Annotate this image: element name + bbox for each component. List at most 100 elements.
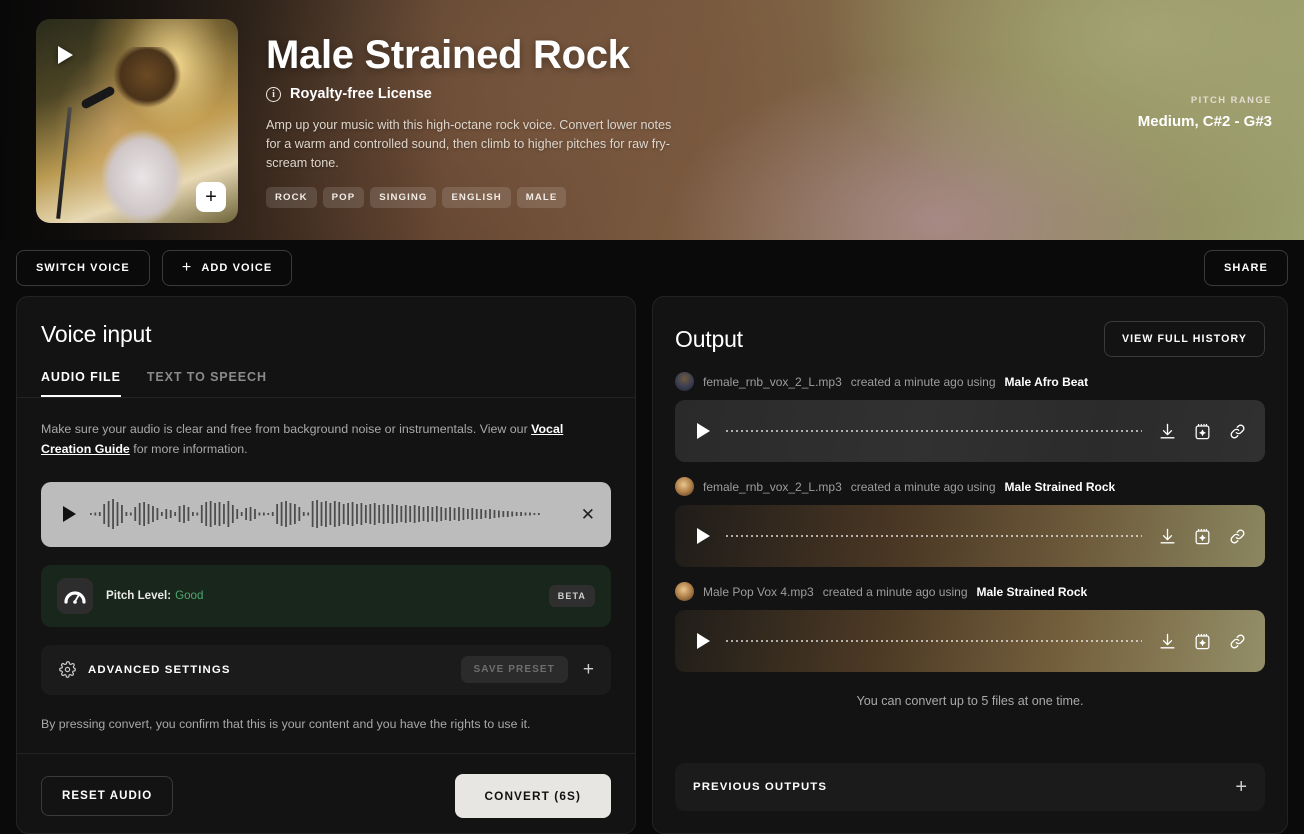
share-button[interactable]: SHARE <box>1203 250 1288 286</box>
output-file-name: female_rnb_vox_2_L.mp3 <box>703 374 842 389</box>
pitch-level-card: Pitch Level: Good BETA <box>41 564 611 627</box>
add-voice-button[interactable]: + ADD VOICE <box>161 250 293 286</box>
tag-english[interactable]: ENGLISH <box>442 187 511 209</box>
output-item-meta: female_rnb_vox_2_L.mp3 created a minute … <box>675 477 1265 496</box>
add-to-project-icon[interactable] <box>1193 527 1212 546</box>
audio-progress-track[interactable] <box>726 430 1142 432</box>
reset-audio-button[interactable]: RESET AUDIO <box>41 775 174 816</box>
voice-thumbnail[interactable]: + <box>36 19 238 223</box>
download-icon[interactable] <box>1158 632 1177 651</box>
save-preset-button[interactable]: SAVE PRESET <box>460 656 568 684</box>
add-voice-label: ADD VOICE <box>201 262 273 274</box>
pitch-level-text: Pitch Level: Good <box>106 589 203 602</box>
download-icon[interactable] <box>1158 527 1177 546</box>
pitch-range-value: Medium, C#2 - G#3 <box>1137 113 1272 130</box>
convert-limit-note: You can convert up to 5 files at one tim… <box>856 694 1084 708</box>
output-item: female_rnb_vox_2_L.mp3 created a minute … <box>675 372 1265 462</box>
tag-singing[interactable]: SINGING <box>370 187 437 209</box>
voice-hero-header: + Male Strained Rock i Royalty-free Lice… <box>0 0 1304 240</box>
output-title: Output <box>675 325 743 352</box>
avatar <box>675 477 694 496</box>
output-voice-name: Male Strained Rock <box>1004 479 1116 494</box>
output-actions <box>1158 632 1247 651</box>
tag-rock[interactable]: ROCK <box>266 187 317 209</box>
plus-icon: + <box>181 259 193 276</box>
output-voice-name: Male Afro Beat <box>1004 374 1089 389</box>
voice-toolbar: SWITCH VOICE + ADD VOICE SHARE <box>0 240 1304 296</box>
output-file-name: female_rnb_vox_2_L.mp3 <box>703 479 842 494</box>
add-to-project-icon[interactable] <box>1193 632 1212 651</box>
tag-pop[interactable]: POP <box>322 187 365 209</box>
output-item: female_rnb_vox_2_L.mp3 created a minute … <box>675 477 1265 567</box>
beta-badge: BETA <box>548 584 595 607</box>
tab-audio-file[interactable]: AUDIO FILE <box>41 370 121 397</box>
helper-text-after: for more information. <box>129 441 248 456</box>
copy-link-icon[interactable] <box>1228 632 1247 651</box>
license-label: Royalty-free License <box>290 86 432 102</box>
voice-input-panel: Voice input AUDIO FILE TEXT TO SPEECH Ma… <box>16 296 636 834</box>
pitch-range: PITCH RANGE Medium, C#2 - G#3 <box>1138 94 1272 130</box>
play-icon[interactable] <box>697 423 710 439</box>
output-panel: Output VIEW FULL HISTORY female_rnb_vox_… <box>652 296 1288 834</box>
audio-helper-text: Make sure your audio is clear and free f… <box>41 420 611 460</box>
page-title: Male Strained Rock <box>266 33 630 77</box>
voice-description: Amp up your music with this high-octane … <box>266 118 672 171</box>
main-content: Voice input AUDIO FILE TEXT TO SPEECH Ma… <box>0 296 1304 834</box>
plus-icon[interactable]: + <box>1235 777 1247 797</box>
previous-outputs-row[interactable]: PREVIOUS OUTPUTS + <box>675 763 1265 811</box>
view-full-history-button[interactable]: VIEW FULL HISTORY <box>1103 321 1265 357</box>
output-voice-name: Male Strained Rock <box>976 584 1088 599</box>
plus-icon[interactable]: + <box>196 182 226 212</box>
voice-input-footer: RESET AUDIO CONVERT (6S) <box>17 752 635 833</box>
play-icon[interactable] <box>697 528 710 544</box>
helper-text-before: Make sure your audio is clear and free f… <box>41 422 532 436</box>
play-icon[interactable] <box>63 506 76 523</box>
audio-progress-track[interactable] <box>726 640 1142 642</box>
pitch-level-value: Good <box>175 589 204 603</box>
switch-voice-button[interactable]: SWITCH VOICE <box>16 250 150 286</box>
close-icon[interactable]: ✕ <box>581 506 595 523</box>
output-actions <box>1158 527 1247 546</box>
voice-tags: ROCK POP SINGING ENGLISH MALE <box>266 187 1280 209</box>
output-file-name: Male Pop Vox 4.mp3 <box>703 584 814 599</box>
info-icon: i <box>266 86 281 102</box>
output-audio-player <box>675 610 1265 672</box>
license-row: i Royalty-free License <box>266 86 1280 102</box>
previous-outputs-label: PREVIOUS OUTPUTS <box>693 781 828 793</box>
output-audio-player <box>675 505 1265 567</box>
convert-disclaimer: By pressing convert, you confirm that th… <box>41 716 531 731</box>
output-created-text: created a minute ago using <box>850 374 996 389</box>
tab-text-to-speech[interactable]: TEXT TO SPEECH <box>147 370 267 397</box>
convert-button[interactable]: CONVERT (6S) <box>454 773 611 818</box>
add-to-project-icon[interactable] <box>1193 422 1212 441</box>
output-created-text: created a minute ago using <box>822 584 968 599</box>
pitch-range-label: PITCH RANGE <box>1190 94 1272 105</box>
advanced-settings-label: ADVANCED SETTINGS <box>88 663 231 676</box>
copy-link-icon[interactable] <box>1228 527 1247 546</box>
output-audio-player <box>675 400 1265 462</box>
output-item-meta: Male Pop Vox 4.mp3 created a minute ago … <box>675 582 1265 601</box>
output-item-meta: female_rnb_vox_2_L.mp3 created a minute … <box>675 372 1265 391</box>
output-actions <box>1158 422 1247 441</box>
output-item: Male Pop Vox 4.mp3 created a minute ago … <box>675 582 1265 672</box>
pitch-level-label: Pitch Level: <box>106 589 172 603</box>
avatar <box>675 372 694 391</box>
thumbnail-singer <box>80 47 200 223</box>
gauge-icon <box>57 577 93 614</box>
tabs-divider <box>17 397 635 398</box>
audio-progress-track[interactable] <box>726 535 1142 537</box>
advanced-settings-row[interactable]: ADVANCED SETTINGS SAVE PRESET + <box>41 644 611 695</box>
copy-link-icon[interactable] <box>1228 422 1247 441</box>
play-icon[interactable] <box>697 633 710 649</box>
audio-file-player: ✕ <box>41 481 611 547</box>
play-icon[interactable] <box>58 46 73 64</box>
plus-icon[interactable]: + <box>580 660 597 679</box>
audio-waveform[interactable] <box>90 496 567 532</box>
voice-input-title: Voice input <box>41 321 152 347</box>
output-header: Output VIEW FULL HISTORY <box>675 321 1265 357</box>
output-created-text: created a minute ago using <box>850 479 996 494</box>
tag-male[interactable]: MALE <box>516 187 567 209</box>
voice-input-tabs: AUDIO FILE TEXT TO SPEECH <box>41 370 611 397</box>
gear-icon <box>59 661 76 679</box>
download-icon[interactable] <box>1158 422 1177 441</box>
